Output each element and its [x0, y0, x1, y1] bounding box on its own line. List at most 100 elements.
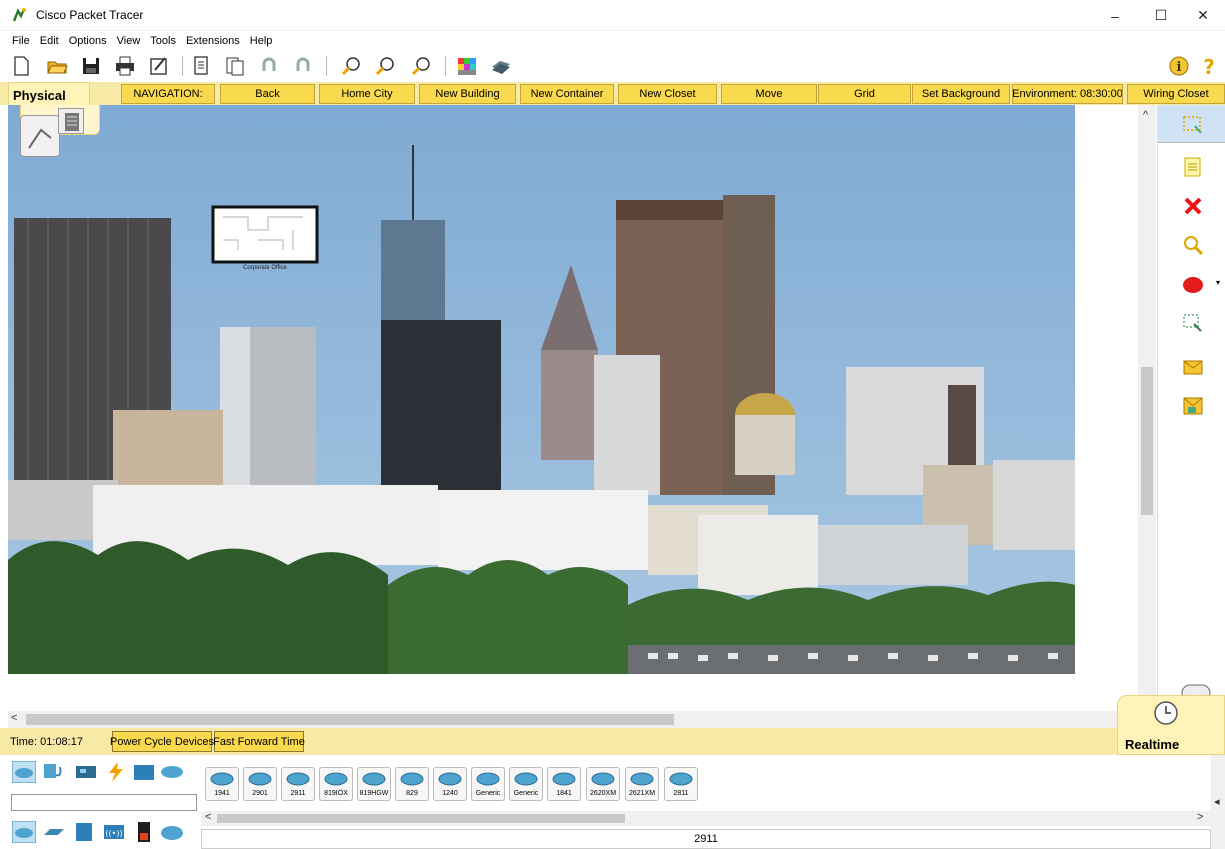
add-simple-pdu-icon[interactable] — [1182, 356, 1204, 378]
menu-view[interactable]: View — [117, 35, 141, 47]
device-scroll-thumb[interactable] — [217, 814, 625, 823]
inspect-icon[interactable] — [1182, 234, 1204, 256]
fast-forward-time-button[interactable]: Fast Forward Time — [213, 731, 305, 752]
device-model-generic[interactable]: Generic — [509, 767, 543, 801]
workspace-horizontal-scrollbar[interactable]: < > — [8, 711, 1138, 728]
info-icon[interactable]: i — [1168, 55, 1190, 77]
device-model-label: 1841 — [556, 790, 572, 797]
router-icon — [552, 772, 576, 786]
device-model-819hgw[interactable]: 819HGW — [357, 767, 391, 801]
add-complex-pdu-icon[interactable] — [1182, 395, 1204, 417]
undo-icon[interactable] — [258, 55, 280, 77]
switches-icon[interactable] — [42, 821, 66, 843]
print-icon[interactable] — [114, 55, 136, 77]
copy-icon[interactable] — [191, 55, 213, 77]
nav-back-button[interactable]: Back — [220, 84, 315, 104]
routers-icon[interactable] — [12, 821, 36, 843]
resize-icon[interactable] — [1182, 312, 1204, 334]
workspace-vertical-scrollbar[interactable]: ^ — [1138, 105, 1156, 728]
menu-tools[interactable]: Tools — [150, 35, 176, 47]
menu-options[interactable]: Options — [69, 35, 107, 47]
menu-file[interactable]: File — [12, 35, 30, 47]
scroll-left-icon[interactable]: < — [205, 811, 211, 823]
network-devices-icon[interactable] — [12, 761, 36, 783]
nav-new-closet-button[interactable]: New Closet — [618, 84, 717, 104]
close-button[interactable]: ✕ — [1180, 0, 1225, 31]
scroll-up-icon[interactable]: ^ — [1143, 109, 1148, 121]
device-model-generic[interactable]: Generic — [471, 767, 505, 801]
miscellaneous-icon[interactable] — [132, 761, 156, 783]
menu-edit[interactable]: Edit — [40, 35, 59, 47]
device-model-1841[interactable]: 1841 — [547, 767, 581, 801]
draw-dropdown-icon[interactable]: ▾ — [1216, 278, 1220, 287]
redo-icon[interactable] — [292, 55, 314, 77]
save-icon[interactable] — [80, 55, 102, 77]
nav-set-background-button[interactable]: Set Background — [912, 84, 1010, 104]
scroll-left-icon[interactable]: ◂ — [1214, 795, 1220, 808]
horizontal-scroll-thumb[interactable] — [26, 714, 674, 725]
new-icon[interactable] — [10, 55, 32, 77]
activity-wizard-icon[interactable] — [148, 55, 170, 77]
device-model-label: 2811 — [673, 790, 689, 797]
note-icon[interactable] — [1182, 156, 1204, 178]
scroll-left-icon[interactable]: < — [11, 712, 17, 724]
power-cycle-devices-button[interactable]: Power Cycle Devices — [110, 731, 214, 752]
physical-workspace[interactable]: Corporate Office — [8, 105, 1075, 711]
nav-environment-button[interactable]: Environment: 08:30:00 — [1012, 84, 1123, 104]
common-tools-palette: ▾ — [1157, 105, 1225, 728]
zoom-reset-icon[interactable] — [374, 55, 396, 77]
device-model-2901[interactable]: 2901 — [243, 767, 277, 801]
connections-icon[interactable] — [104, 761, 128, 783]
scroll-right-icon[interactable]: > — [1197, 811, 1203, 823]
nav-new-building-button[interactable]: New Building — [419, 84, 516, 104]
device-model-2911[interactable]: 2911 — [281, 767, 315, 801]
device-model-819iox[interactable]: 819IOX — [319, 767, 353, 801]
zoom-in-icon[interactable] — [340, 55, 362, 77]
device-model-1941[interactable]: 1941 — [205, 767, 239, 801]
select-icon[interactable] — [1182, 114, 1204, 136]
nav-grid-button[interactable]: Grid — [818, 84, 911, 104]
paste-icon[interactable] — [224, 55, 246, 77]
device-list-scrollbar[interactable]: < > — [201, 811, 1211, 826]
security-icon[interactable] — [132, 821, 156, 843]
tab-physical[interactable]: Physical — [8, 82, 90, 107]
device-model-label: Generic — [475, 790, 501, 797]
device-model-829[interactable]: 829 — [395, 767, 429, 801]
help-icon[interactable]: ? — [1198, 55, 1220, 77]
zoom-out-icon[interactable] — [410, 55, 432, 77]
physical-view-icon[interactable] — [20, 115, 60, 157]
corporate-office-building[interactable] — [211, 205, 319, 264]
open-icon[interactable] — [46, 55, 68, 77]
device-model-label: 2911 — [290, 790, 306, 797]
menu-help[interactable]: Help — [250, 35, 273, 47]
device-search-input[interactable] — [11, 794, 197, 811]
palette-icon[interactable] — [456, 55, 478, 77]
nav-wiring-closet-button[interactable]: Wiring Closet — [1127, 84, 1225, 104]
custom-device-icon[interactable] — [490, 55, 512, 77]
vertical-scroll-thumb[interactable] — [1141, 367, 1153, 515]
list-view-icon[interactable] — [58, 108, 84, 134]
device-panel-scrollbar[interactable]: ◂ — [1211, 755, 1225, 849]
wireless-icon[interactable]: ((•)) — [102, 821, 126, 843]
delete-icon[interactable] — [1182, 195, 1204, 217]
corporate-office-label: Corporate Office — [243, 265, 287, 271]
draw-ellipse-icon[interactable] — [1182, 274, 1204, 296]
multiuser-icon[interactable] — [160, 761, 184, 783]
info-text: i — [1177, 60, 1182, 75]
device-model-2621xm[interactable]: 2621XM — [625, 767, 659, 801]
maximize-button[interactable]: ☐ — [1138, 0, 1184, 31]
clock-icon[interactable] — [1153, 700, 1179, 726]
device-model-2620xm[interactable]: 2620XM — [586, 767, 620, 801]
device-model-label: 2901 — [252, 790, 268, 797]
menu-extensions[interactable]: Extensions — [186, 35, 240, 47]
device-model-2811[interactable]: 2811 — [664, 767, 698, 801]
minimize-button[interactable]: – — [1092, 0, 1138, 31]
nav-home-city-button[interactable]: Home City — [319, 84, 415, 104]
wan-emulation-icon[interactable] — [160, 821, 184, 843]
end-devices-icon[interactable] — [40, 761, 64, 783]
device-model-1240[interactable]: 1240 — [433, 767, 467, 801]
nav-new-container-button[interactable]: New Container — [520, 84, 614, 104]
nav-move-button[interactable]: Move — [721, 84, 817, 104]
hubs-icon[interactable] — [72, 821, 96, 843]
components-icon[interactable] — [74, 761, 98, 783]
